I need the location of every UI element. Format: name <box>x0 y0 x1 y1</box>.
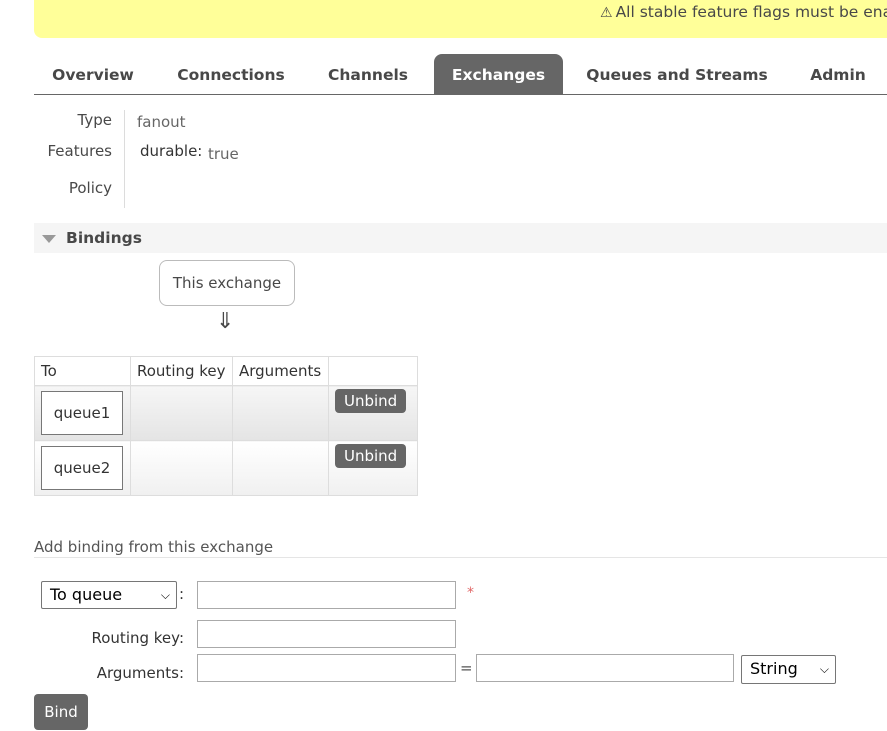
argument-type-value: String <box>750 659 798 678</box>
column-header-arguments: Arguments <box>232 356 329 386</box>
durable-value: true <box>208 145 239 163</box>
routing-key-input[interactable] <box>197 620 456 648</box>
binding-destination-cell: queue1 <box>34 385 131 441</box>
tab-admin[interactable]: Admin <box>796 54 880 94</box>
bindings-table: To Routing key Arguments queue1 Unbind q… <box>34 356 418 496</box>
argument-type-select[interactable]: String ⌵ <box>741 655 836 684</box>
chevron-down-icon: ⌵ <box>819 662 829 676</box>
tab-connections[interactable]: Connections <box>164 54 298 94</box>
column-header-routing-key: Routing key <box>130 356 233 386</box>
down-arrow-icon: ⇓ <box>216 309 235 334</box>
main-nav-tabs: Overview Connections Channels Exchanges … <box>34 52 887 95</box>
routing-key-cell <box>130 440 233 496</box>
tab-exchanges[interactable]: Exchanges <box>434 54 563 94</box>
feature-flag-warning-banner: ⚠ All stable feature flags must be ena <box>34 0 887 38</box>
arguments-cell <box>232 385 329 441</box>
required-marker: * <box>467 585 474 601</box>
bind-button[interactable]: Bind <box>34 694 88 730</box>
banner-text: All stable feature flags must be ena <box>615 3 887 21</box>
banner-message: ⚠ All stable feature flags must be ena <box>600 3 887 21</box>
queue-link[interactable]: queue1 <box>41 391 123 435</box>
details-divider <box>124 110 125 208</box>
unbind-button[interactable]: Unbind <box>335 389 407 413</box>
collapse-triangle-icon[interactable] <box>42 235 56 243</box>
queue-link[interactable]: queue2 <box>41 446 123 490</box>
column-header-to: To <box>34 356 131 386</box>
type-value: fanout <box>137 113 186 131</box>
table-header-row: To Routing key Arguments <box>34 356 418 386</box>
tab-queues-and-streams[interactable]: Queues and Streams <box>576 54 778 94</box>
durable-key: durable: <box>140 142 203 160</box>
bindings-section-header[interactable]: Bindings <box>34 223 887 253</box>
tab-overview[interactable]: Overview <box>34 54 152 94</box>
arguments-cell <box>232 440 329 496</box>
column-header-actions <box>328 356 418 386</box>
binding-destination-cell: queue2 <box>34 440 131 496</box>
chevron-down-icon: ⌵ <box>160 588 170 602</box>
argument-value-input[interactable] <box>476 654 734 682</box>
type-label: Type <box>77 111 112 129</box>
actions-cell: Unbind <box>328 385 418 441</box>
destination-input[interactable] <box>197 581 456 609</box>
table-row: queue1 Unbind <box>34 385 418 441</box>
this-exchange-box: This exchange <box>159 260 295 306</box>
bindings-title: Bindings <box>66 229 142 247</box>
routing-key-cell <box>130 385 233 441</box>
warning-icon: ⚠ <box>600 5 613 21</box>
features-label: Features <box>47 142 113 160</box>
argument-key-input[interactable] <box>197 654 456 682</box>
policy-label: Policy <box>68 179 112 197</box>
tab-channels[interactable]: Channels <box>312 54 424 94</box>
add-binding-title: Add binding from this exchange <box>34 538 274 556</box>
destination-type-value: To queue <box>50 585 123 604</box>
arguments-label: Arguments: <box>96 664 184 682</box>
routing-key-label: Routing key: <box>91 629 185 647</box>
unbind-button[interactable]: Unbind <box>335 444 407 468</box>
actions-cell: Unbind <box>328 440 418 496</box>
add-binding-divider <box>34 557 887 558</box>
table-row: queue2 Unbind <box>34 440 418 496</box>
destination-colon: : <box>179 585 185 603</box>
equals-sign: = <box>460 659 473 677</box>
destination-type-select[interactable]: To queue ⌵ <box>41 581 177 609</box>
